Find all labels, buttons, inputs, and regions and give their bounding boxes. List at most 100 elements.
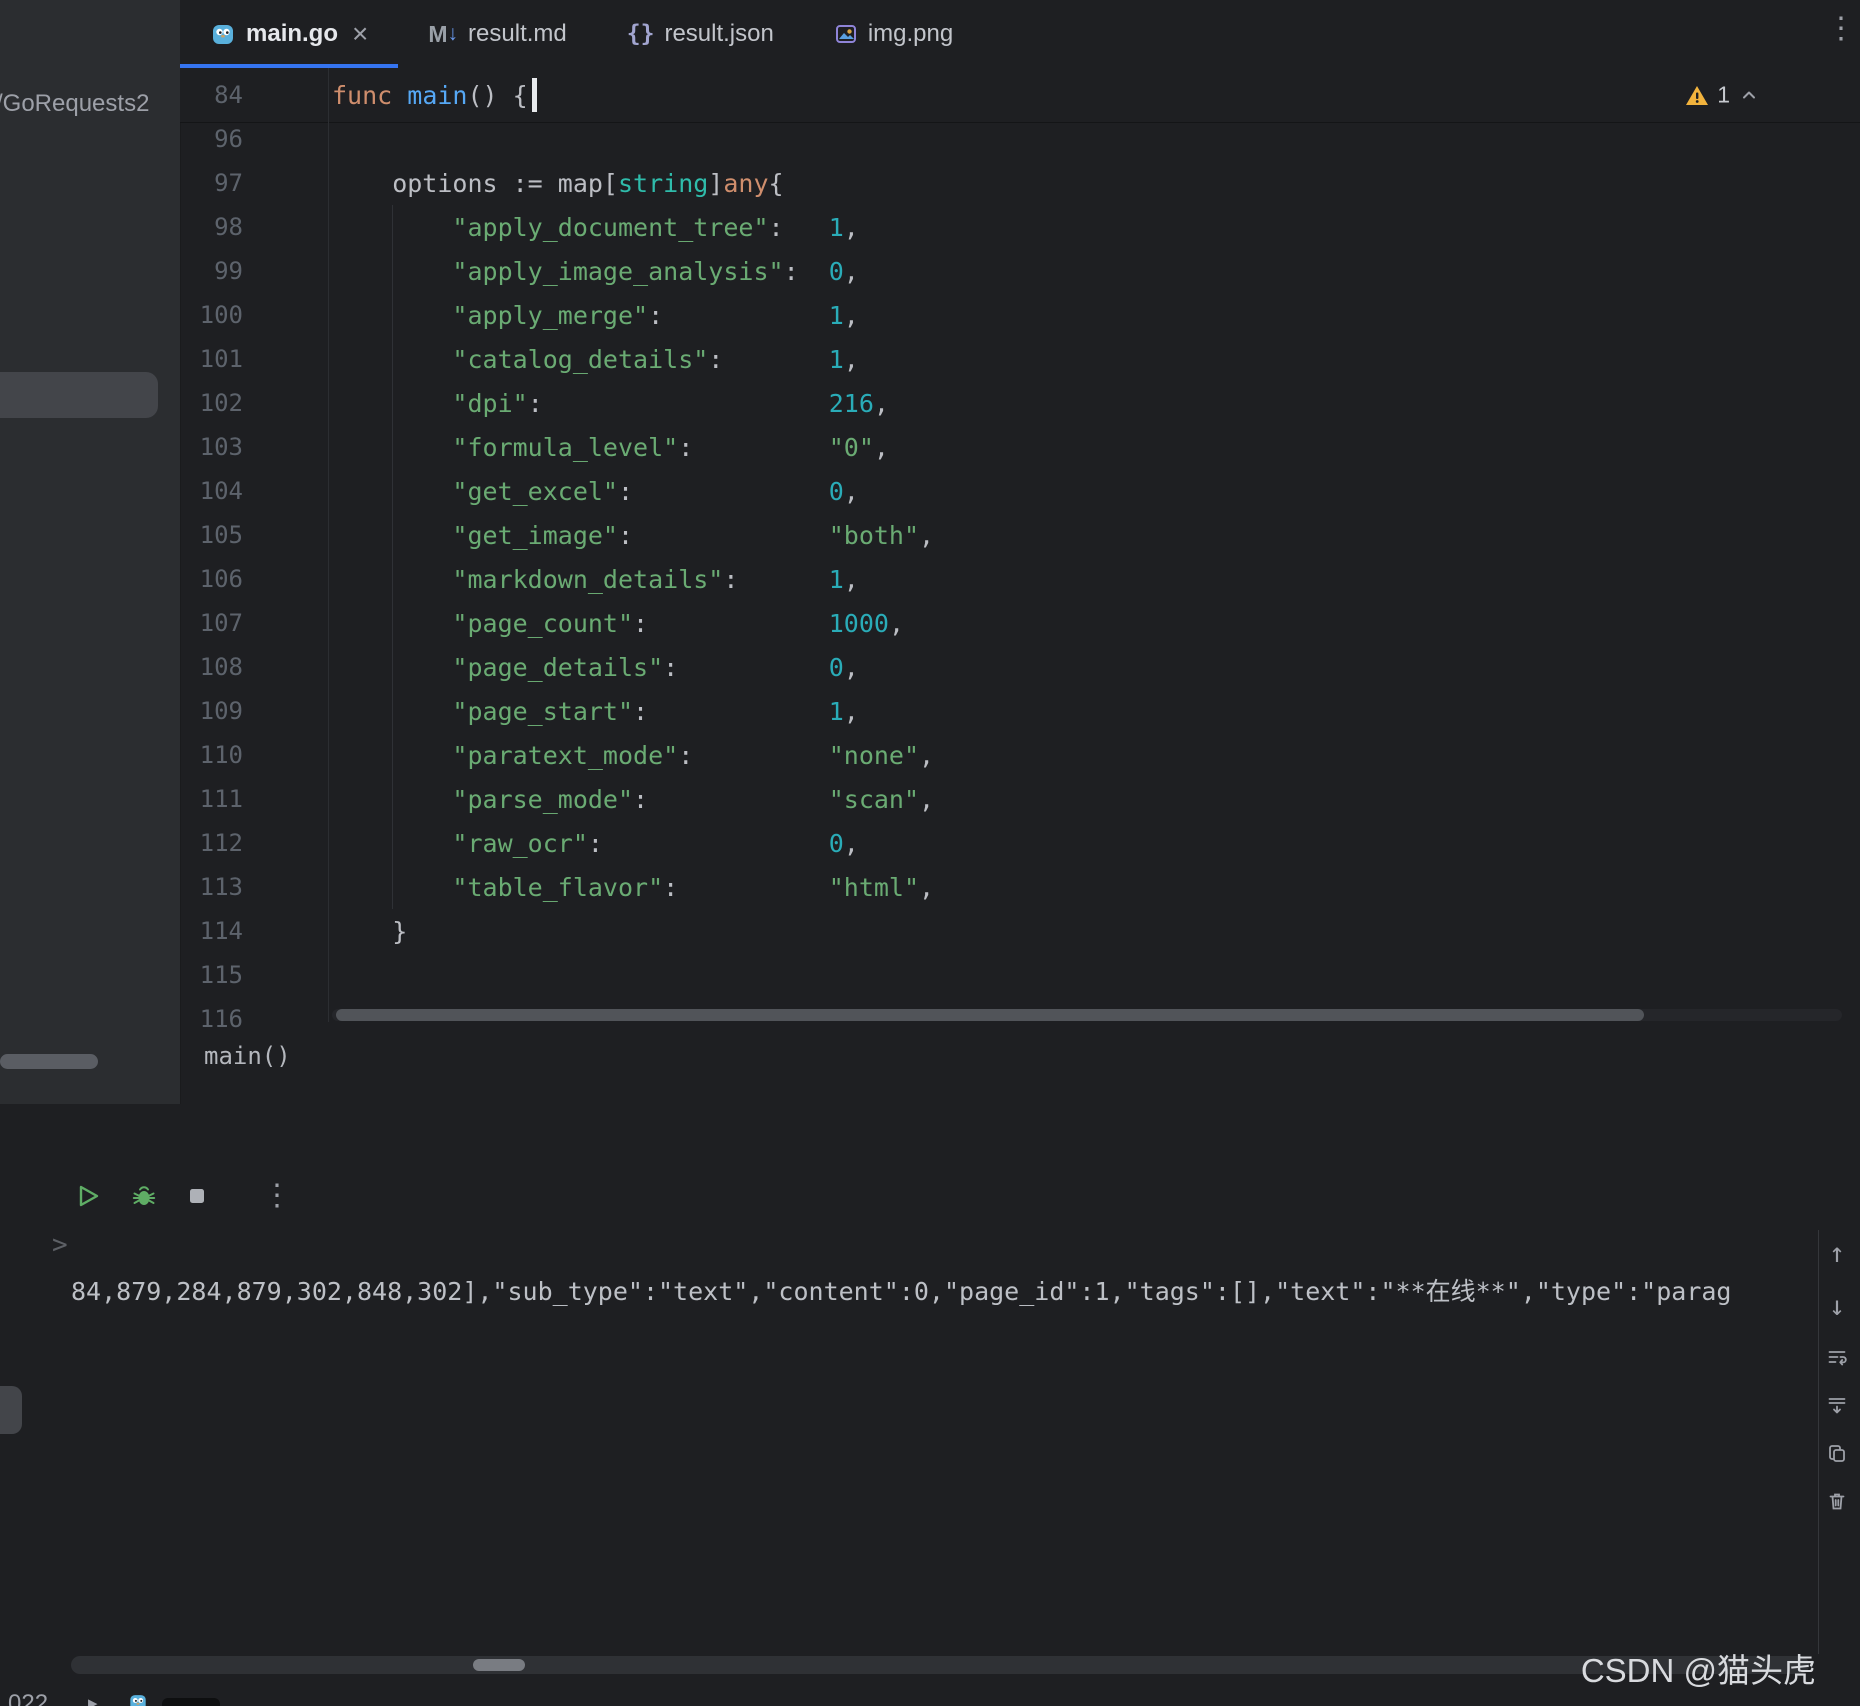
editor-line-107: 107 "page_count": 1000,	[180, 601, 1860, 645]
code-line[interactable]: "table_flavor": "html",	[328, 873, 934, 902]
sticky-function-header[interactable]: 84 func main() { 1	[180, 68, 1860, 123]
line-number[interactable]: 116	[180, 1005, 328, 1033]
editor-line-102: 102 "dpi": 216,	[180, 381, 1860, 425]
project-horizontal-scrollbar[interactable]	[0, 1054, 98, 1069]
line-number[interactable]: 115	[180, 961, 328, 989]
stop-button[interactable]	[186, 1185, 208, 1207]
project-selected-item[interactable]	[0, 372, 158, 418]
editor-line-101: 101 "catalog_details": 1,	[180, 337, 1860, 381]
line-number[interactable]: 103	[180, 433, 328, 461]
debug-button[interactable]	[130, 1182, 158, 1210]
code-line[interactable]: "get_excel": 0,	[328, 477, 858, 506]
line-number[interactable]: 99	[180, 257, 328, 285]
status-partial-text: 022	[8, 1690, 49, 1706]
code-line[interactable]: "paratext_mode": "none",	[328, 741, 934, 770]
text-caret	[531, 78, 537, 112]
line-number[interactable]: 105	[180, 521, 328, 549]
tab-label: result.json	[664, 20, 774, 47]
project-sidebar: s/GoRequests2	[0, 0, 181, 1104]
editor-line-106: 106 "markdown_details": 1,	[180, 557, 1860, 601]
line-number[interactable]: 109	[180, 697, 328, 725]
close-tab-icon[interactable]: ×	[348, 20, 368, 48]
console-output[interactable]: 84,879,284,879,302,848,302],"sub_type":"…	[71, 1272, 1790, 1312]
more-options-icon[interactable]: ⋮	[262, 1181, 292, 1211]
editor-line-98: 98 "apply_document_tree": 1,	[180, 205, 1860, 249]
line-number[interactable]: 101	[180, 345, 328, 373]
code-line[interactable]: "formula_level": "0",	[328, 433, 889, 462]
soft-wrap-icon[interactable]	[1826, 1346, 1848, 1368]
run-button[interactable]	[74, 1182, 102, 1210]
code-line[interactable]: "page_details": 0,	[328, 653, 858, 682]
line-number[interactable]: 108	[180, 653, 328, 681]
line-number[interactable]: 98	[180, 213, 328, 241]
json-braces-icon: {}	[626, 21, 655, 47]
arrow-down-icon[interactable]: ↓	[1829, 1293, 1845, 1320]
editor-line-114: 114 }	[180, 909, 1860, 953]
scrollbar-thumb[interactable]	[473, 1659, 525, 1671]
code-line[interactable]: "apply_document_tree": 1,	[328, 213, 858, 242]
arrow-up-icon[interactable]: ↑	[1829, 1240, 1845, 1267]
tab-label: img.png	[867, 20, 954, 47]
markdown-icon: M ↓	[428, 20, 459, 47]
editor-line-99: 99 "apply_image_analysis": 0,	[180, 249, 1860, 293]
inspection-widget[interactable]: 1	[1685, 82, 1760, 109]
code-line[interactable]: "apply_merge": 1,	[328, 301, 858, 330]
line-number[interactable]: 100	[180, 301, 328, 329]
line-number[interactable]: 113	[180, 873, 328, 901]
code-line[interactable]: "markdown_details": 1,	[328, 565, 858, 594]
editor-horizontal-scrollbar[interactable]	[332, 1009, 1842, 1021]
sticky-line-number: 84	[214, 81, 243, 109]
line-number[interactable]: 96	[180, 125, 328, 153]
tab-img-png[interactable]: img.png	[804, 0, 983, 68]
editor-line-96: 96	[180, 117, 1860, 161]
scrollbar-thumb[interactable]	[336, 1009, 1644, 1021]
editor-options-kebab-icon[interactable]: ⋮	[1826, 14, 1856, 44]
line-number[interactable]: 102	[180, 389, 328, 417]
project-path-label[interactable]: s/GoRequests2	[0, 90, 149, 118]
tab-main-go[interactable]: main.go ×	[180, 0, 398, 68]
sticky-line-code: func main() {	[332, 80, 528, 110]
console-toolbar: ⋮	[74, 1174, 292, 1218]
warning-icon	[1685, 84, 1709, 106]
tab-result-md[interactable]: M ↓ result.md	[398, 0, 596, 68]
warning-count: 1	[1717, 81, 1730, 108]
code-line[interactable]: "catalog_details": 1,	[328, 345, 858, 374]
line-number[interactable]: 97	[180, 169, 328, 197]
line-number[interactable]: 111	[180, 785, 328, 813]
code-line[interactable]: options := map[string]any{	[328, 169, 783, 198]
code-line[interactable]: "page_start": 1,	[328, 697, 858, 726]
editor-line-100: 100 "apply_merge": 1,	[180, 293, 1860, 337]
image-icon	[834, 22, 858, 46]
editor-line-97: 97 options := map[string]any{	[180, 161, 1860, 205]
line-number[interactable]: 106	[180, 565, 328, 593]
console-horizontal-scrollbar[interactable]	[71, 1656, 1809, 1674]
editor-line-113: 113 "table_flavor": "html",	[180, 865, 1860, 909]
line-number[interactable]: 110	[180, 741, 328, 769]
tab-label: result.md	[468, 20, 567, 47]
chevron-up-icon[interactable]	[1738, 84, 1760, 106]
breadcrumb[interactable]: main()	[204, 1042, 291, 1070]
code-line[interactable]: "get_image": "both",	[328, 521, 934, 550]
line-number[interactable]: 112	[180, 829, 328, 857]
line-number[interactable]: 114	[180, 917, 328, 945]
line-number[interactable]: 107	[180, 609, 328, 637]
code-line[interactable]: }	[328, 917, 407, 946]
scroll-end-icon[interactable]	[1826, 1394, 1848, 1416]
go-gopher-icon	[210, 21, 236, 47]
toolwindow-stripe-button[interactable]	[0, 1386, 22, 1434]
code-line[interactable]: "apply_image_analysis": 0,	[328, 257, 858, 286]
code-line[interactable]: "raw_ocr": 0,	[328, 829, 858, 858]
code-line[interactable]: "parse_mode": "scan",	[328, 785, 934, 814]
gopher-small-icon	[128, 1692, 148, 1706]
code-line[interactable]: "dpi": 216,	[328, 389, 889, 418]
tab-result-json[interactable]: {} result.json	[597, 0, 804, 68]
copy-icon[interactable]	[1826, 1442, 1848, 1464]
code-editor[interactable]: 96 97 options := map[string]any{98 "apply…	[180, 117, 1860, 1041]
code-line[interactable]: "page_count": 1000,	[328, 609, 904, 638]
editor-line-112: 112 "raw_ocr": 0,	[180, 821, 1860, 865]
line-number[interactable]: 104	[180, 477, 328, 505]
indent-guide	[392, 205, 393, 909]
clear-icon[interactable]	[1826, 1490, 1848, 1512]
status-pill	[162, 1698, 220, 1706]
editor-line-110: 110 "paratext_mode": "none",	[180, 733, 1860, 777]
